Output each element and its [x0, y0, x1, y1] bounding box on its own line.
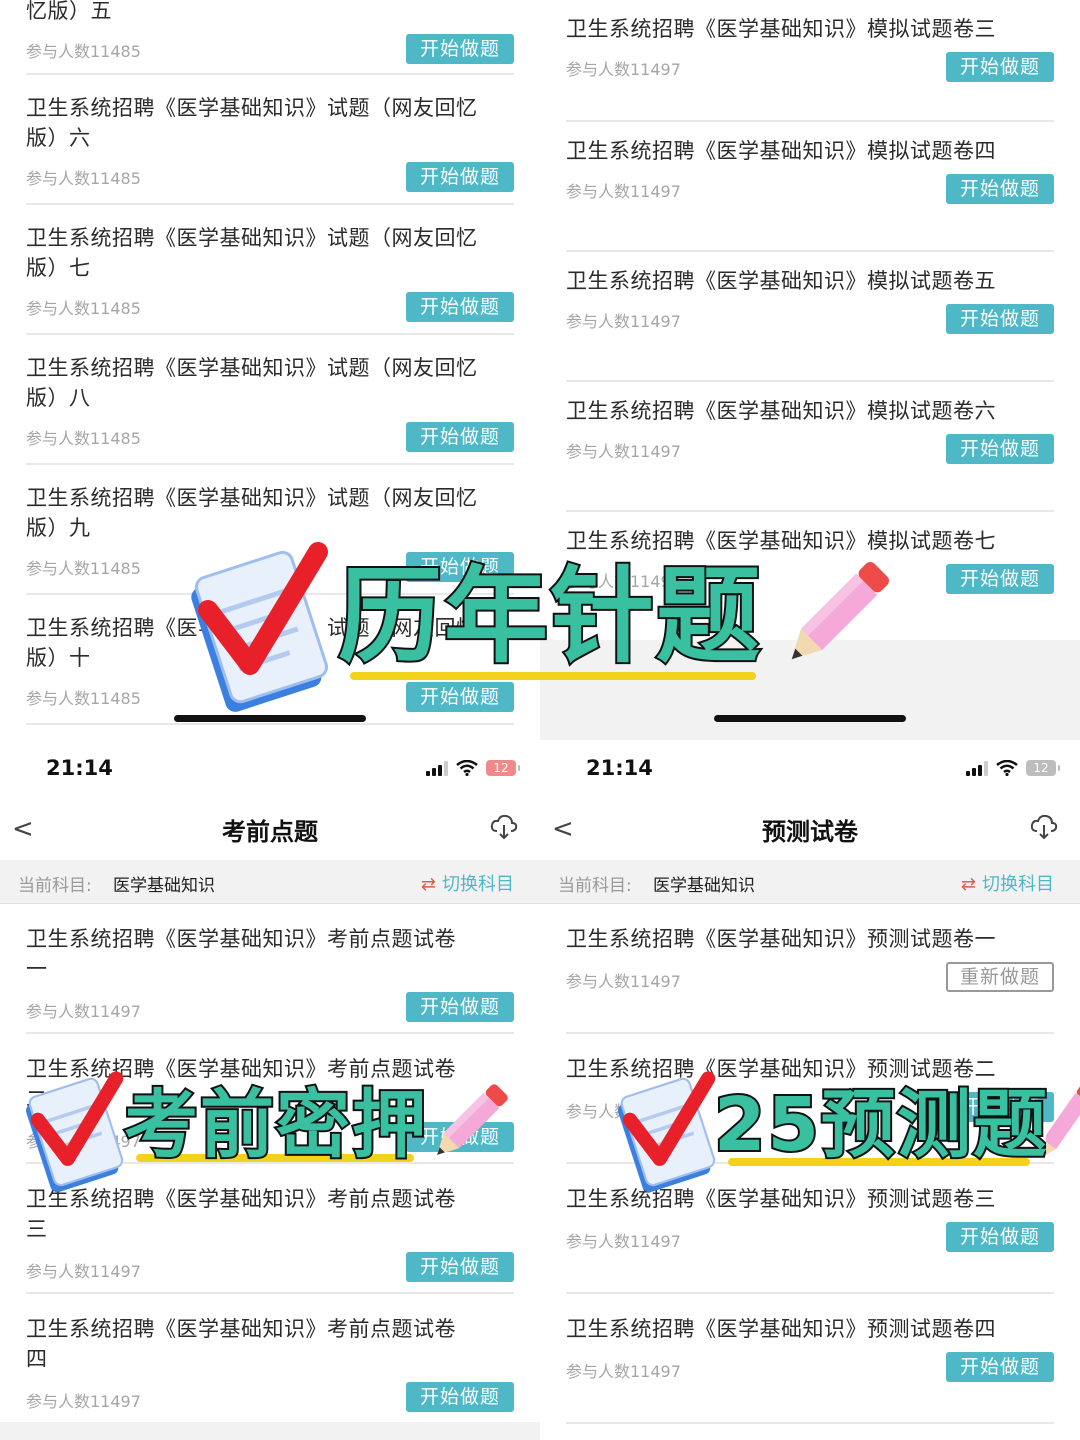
status-icons: 12: [966, 760, 1060, 776]
clock: 21:14: [586, 756, 653, 780]
pencil-icon: [437, 1084, 508, 1155]
exam-list: 卫生系统招聘《医学基础知识》模拟试题卷三 参与人数11497 开始做题 卫生系统…: [566, 0, 1054, 642]
item-title: 卫生系统招聘《医学基础知识》预测试题卷一: [566, 927, 996, 951]
participant-count: 参与人数11485: [26, 689, 141, 708]
subject-label: 当前科目:: [558, 876, 632, 896]
participant-count: 参与人数11497: [566, 1232, 681, 1251]
cloud-download-icon[interactable]: [1030, 814, 1058, 840]
subject-value: 医学基础知识: [113, 876, 215, 896]
pencil-icon: [1046, 1084, 1080, 1158]
participant-count: 参与人数11497: [566, 182, 681, 201]
notebook-check-icon: [26, 1071, 124, 1193]
overlay-title: 25预测题: [712, 1082, 1049, 1168]
page-title: 考前点题: [222, 818, 318, 846]
start-button[interactable]: 开始做题: [406, 1252, 514, 1282]
start-button[interactable]: 开始做题: [406, 422, 514, 452]
start-button[interactable]: 开始做题: [406, 292, 514, 322]
start-button[interactable]: 开始做题: [406, 992, 514, 1022]
list-item[interactable]: 卫生系统招聘《医学基础知识》模拟试题卷五 参与人数11497 开始做题: [566, 252, 1054, 382]
participant-count: 参与人数11485: [26, 42, 141, 61]
start-button[interactable]: 开始做题: [406, 34, 514, 64]
subject-bar: 当前科目: 医学基础知识 ⇄ 切换科目: [0, 860, 540, 904]
subject-bar: 当前科目: 医学基础知识 ⇄ 切换科目: [540, 860, 1080, 904]
list-item[interactable]: 忆版）五 参与人数11485 开始做题: [26, 0, 514, 75]
page-title: 预测试卷: [762, 818, 858, 846]
switch-subject-button[interactable]: ⇄ 切换科目: [421, 870, 514, 896]
item-title: 卫生系统招聘《医学基础知识》试题（网友回忆版）九: [26, 486, 478, 540]
list-item[interactable]: 卫生系统招聘《医学基础知识》试题（网友回忆版）八 参与人数11485 开始做题: [26, 335, 514, 465]
start-button[interactable]: 开始做题: [946, 1222, 1054, 1252]
item-title: 卫生系统招聘《医学基础知识》预测试题卷四: [566, 1317, 996, 1341]
battery-icon: 12: [486, 760, 520, 776]
list-item[interactable]: 卫生系统招聘《医学基础知识》预测试题卷四 参与人数11497 开始做题: [566, 1294, 1054, 1424]
start-button[interactable]: 开始做题: [946, 304, 1054, 334]
swap-icon: ⇄: [960, 874, 976, 895]
item-title: 卫生系统招聘《医学基础知识》试题（网友回忆版）七: [26, 226, 478, 280]
start-button[interactable]: 开始做题: [406, 1382, 514, 1412]
item-title: 卫生系统招聘《医学基础知识》考前点题试卷一: [26, 927, 456, 981]
signal-icon: [966, 760, 988, 776]
overlay-title: 考前密押: [122, 1082, 428, 1168]
notebook-check-icon: [618, 1071, 716, 1193]
pencil-icon: [791, 562, 889, 660]
item-title: 卫生系统招聘《医学基础知识》试题（网友回忆版）八: [26, 356, 478, 410]
clock: 21:14: [46, 756, 113, 780]
signal-icon: [426, 760, 448, 776]
status-bar: 21:14 12: [540, 740, 1080, 800]
participant-count: 参与人数11497: [26, 1002, 141, 1021]
swap-icon: ⇄: [420, 874, 436, 895]
start-button[interactable]: 开始做题: [406, 682, 514, 712]
wifi-icon: [996, 760, 1018, 776]
switch-subject-label: 切换科目: [982, 874, 1054, 895]
item-title: 卫生系统招聘《医学基础知识》考前点题试卷四: [26, 1317, 456, 1371]
list-item[interactable]: 卫生系统招聘《医学基础知识》模拟试题卷三 参与人数11497 开始做题: [566, 0, 1054, 122]
battery-icon: 12: [1026, 760, 1060, 776]
participant-count: 参与人数11485: [26, 299, 141, 318]
status-icons: 12: [426, 760, 520, 776]
list-item[interactable]: 卫生系统招聘《医学基础知识》预测试题卷一 参与人数11497 重新做题: [566, 904, 1054, 1034]
switch-subject-label: 切换科目: [442, 874, 514, 895]
participant-count: 参与人数11497: [26, 1262, 141, 1281]
wifi-icon: [456, 760, 478, 776]
item-title: 卫生系统招聘《医学基础知识》试题（网友回忆版）六: [26, 96, 478, 150]
list-item[interactable]: 卫生系统招聘《医学基础知识》考前点题试卷四 参与人数11497 开始做题: [26, 1294, 514, 1424]
participant-count: 参与人数11497: [566, 442, 681, 461]
item-title: 卫生系统招聘《医学基础知识》模拟试题卷五: [566, 269, 996, 293]
start-button[interactable]: 开始做题: [946, 174, 1054, 204]
item-title: 卫生系统招聘《医学基础知识》模拟试题卷四: [566, 139, 996, 163]
participant-count: 参与人数11485: [26, 559, 141, 578]
start-button[interactable]: 开始做题: [946, 434, 1054, 464]
participant-count: 参与人数11497: [566, 1362, 681, 1381]
start-button[interactable]: 开始做题: [406, 162, 514, 192]
participant-count: 参与人数11485: [26, 429, 141, 448]
overlay-title: 历年针题: [336, 555, 763, 677]
list-item[interactable]: 卫生系统招聘《医学基础知识》试题（网友回忆版）六 参与人数11485 开始做题: [26, 75, 514, 205]
status-bar: 21:14 12: [0, 740, 540, 800]
item-title: 卫生系统招聘《医学基础知识》模拟试题卷六: [566, 399, 996, 423]
participant-count: 参与人数11497: [566, 60, 681, 79]
participant-count: 参与人数11497: [566, 312, 681, 331]
cloud-download-icon[interactable]: [490, 814, 518, 840]
home-indicator[interactable]: [714, 715, 906, 722]
participant-count: 参与人数11485: [26, 169, 141, 188]
footer-area: [0, 1422, 540, 1440]
list-item[interactable]: 卫生系统招聘《医学基础知识》试题（网友回忆版）七 参与人数11485 开始做题: [26, 205, 514, 335]
redo-button[interactable]: 重新做题: [946, 962, 1054, 992]
item-title: 卫生系统招聘《医学基础知识》模拟试题卷三: [566, 17, 996, 41]
notebook-check-icon: [191, 542, 329, 712]
switch-subject-button[interactable]: ⇄ 切换科目: [961, 870, 1054, 896]
start-button[interactable]: 开始做题: [946, 52, 1054, 82]
item-title: 忆版）五: [26, 0, 112, 23]
list-item[interactable]: 卫生系统招聘《医学基础知识》模拟试题卷四 参与人数11497 开始做题: [566, 122, 1054, 252]
subject-value: 医学基础知识: [653, 876, 755, 896]
nav-bar: < 预测试卷: [540, 800, 1080, 856]
list-item[interactable]: 卫生系统招聘《医学基础知识》模拟试题卷六 参与人数11497 开始做题: [566, 382, 1054, 512]
participant-count: 参与人数11497: [566, 972, 681, 991]
nav-bar: < 考前点题: [0, 800, 540, 856]
start-button[interactable]: 开始做题: [946, 1352, 1054, 1382]
list-item[interactable]: 卫生系统招聘《医学基础知识》考前点题试卷一 参与人数11497 开始做题: [26, 904, 514, 1034]
subject-label: 当前科目:: [18, 876, 92, 896]
participant-count: 参与人数11497: [26, 1392, 141, 1411]
start-button[interactable]: 开始做题: [946, 564, 1054, 594]
